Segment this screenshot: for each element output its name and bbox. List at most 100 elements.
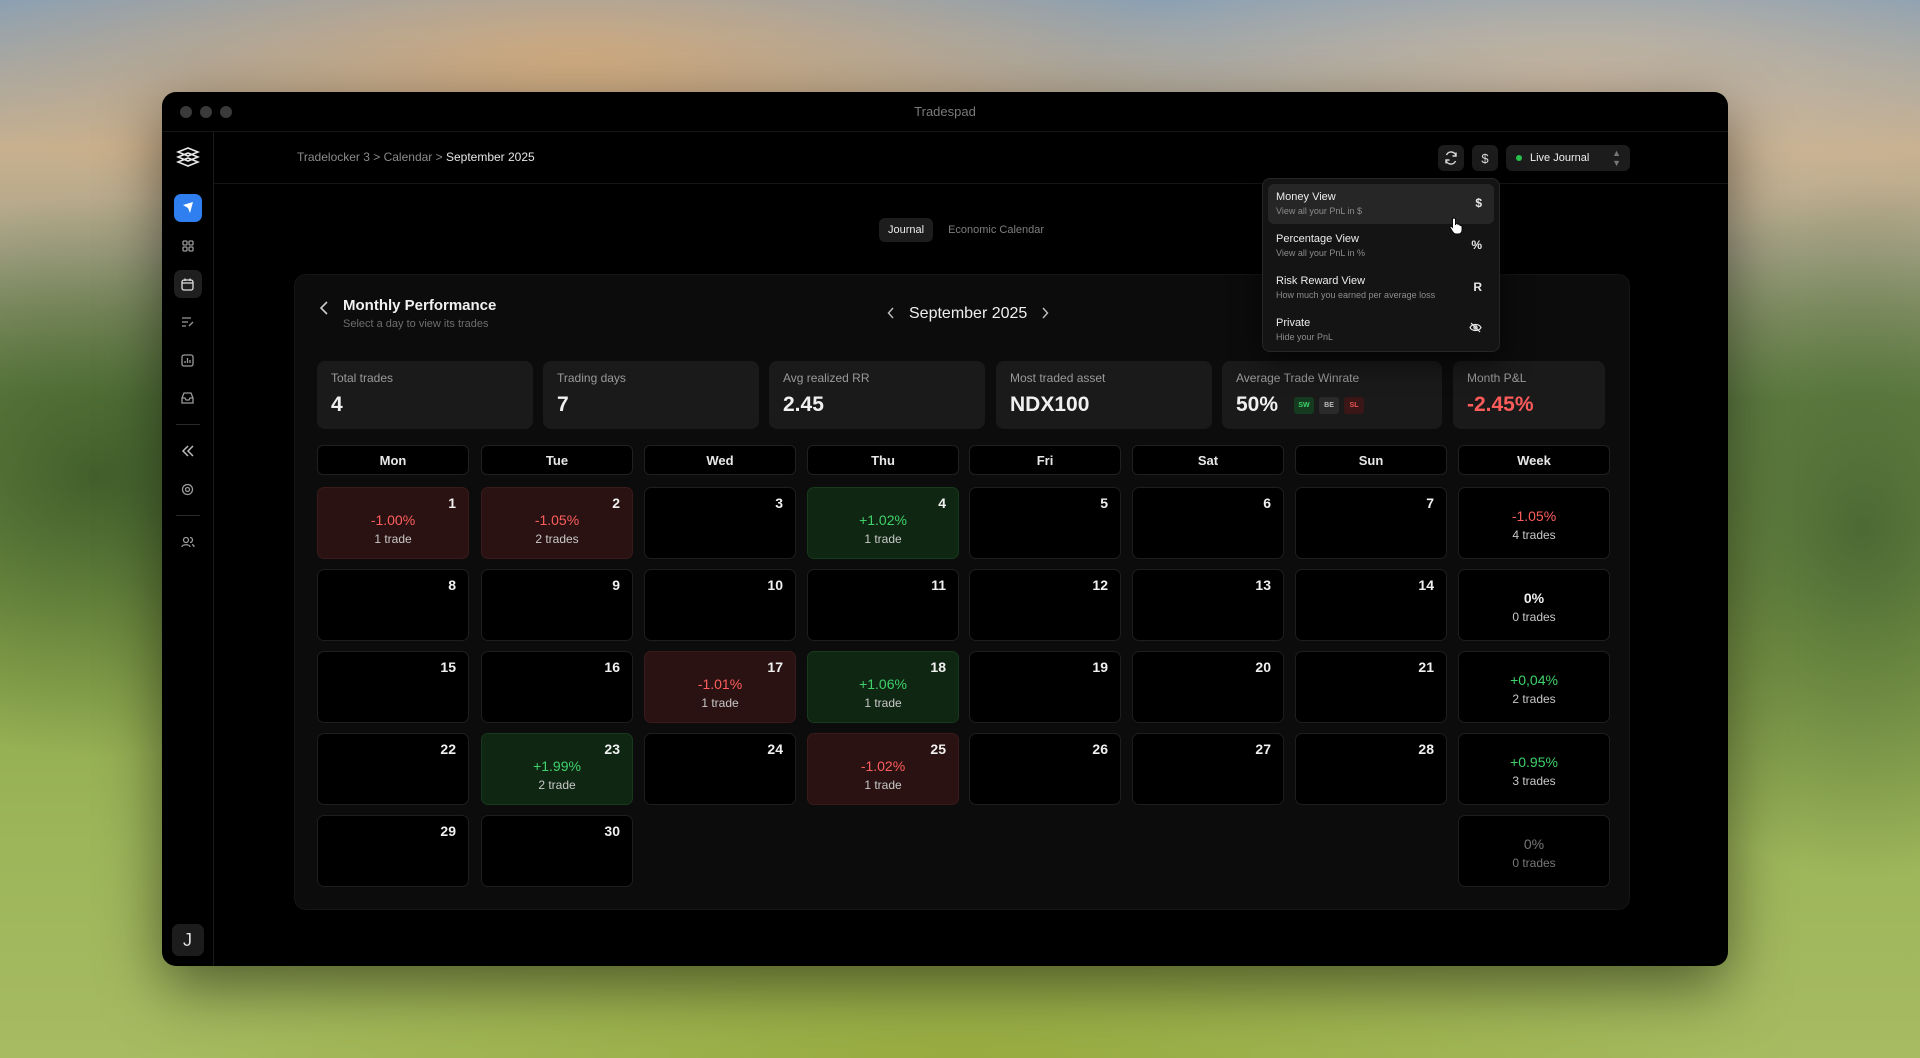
calendar-day-23[interactable]: 23 +1.99% 2 trade	[481, 733, 633, 805]
calendar-day-6[interactable]: 6	[1132, 487, 1284, 559]
avatar[interactable]: J	[171, 924, 204, 956]
calendar-day-9[interactable]: 9	[481, 569, 633, 641]
day-number: 4	[938, 495, 946, 511]
calendar-day-7[interactable]: 7	[1295, 487, 1447, 559]
calendar-day-25[interactable]: 25 -1.02% 1 trade	[807, 733, 959, 805]
zoom-window-button[interactable]	[220, 106, 232, 118]
chevron-updown-icon: ▲ ▼	[1612, 148, 1621, 168]
calendar-day-1[interactable]: 1 -1.00% 1 trade	[317, 487, 469, 559]
calendar-day-20[interactable]: 20	[1132, 651, 1284, 723]
target-icon[interactable]	[174, 475, 202, 503]
stat-value: 50% SW BE SL	[1236, 393, 1428, 417]
stat-label: Average Trade Winrate	[1236, 371, 1360, 385]
calendar-day-2[interactable]: 2 -1.05% 2 trades	[481, 487, 633, 559]
week-summary-4[interactable]: +0.95% 3 trades	[1458, 733, 1610, 805]
reports-icon[interactable]	[174, 346, 202, 374]
day-trade-count: 1 trade	[864, 778, 902, 792]
calendar-day-21[interactable]: 21	[1295, 651, 1447, 723]
menu-item-desc: How much you earned per average loss	[1276, 290, 1436, 300]
app-logo-icon[interactable]	[175, 146, 201, 172]
day-number: 23	[604, 741, 620, 757]
journal-select-label: Live Journal	[1530, 152, 1590, 164]
calendar-day-24[interactable]: 24	[644, 733, 796, 805]
breadcrumb: Tradelocker 3 > Calendar > September 202…	[297, 150, 535, 164]
calendar-day-14[interactable]: 14	[1295, 569, 1447, 641]
calendar-day-19[interactable]: 19	[969, 651, 1121, 723]
week-summary-3[interactable]: +0,04% 2 trades	[1458, 651, 1610, 723]
refresh-button[interactable]	[1438, 145, 1464, 171]
week-summary-2[interactable]: 0% 0 trades	[1458, 569, 1610, 641]
notes-icon[interactable]	[174, 308, 202, 336]
refresh-icon	[1445, 151, 1457, 165]
calendar-icon[interactable]	[173, 270, 202, 298]
monthly-performance-card: Monthly Performance Select a day to view…	[294, 274, 1630, 910]
calendar-day-27[interactable]: 27	[1132, 733, 1284, 805]
day-pnl: +1.06%	[859, 676, 907, 692]
day-pnl: +1.02%	[859, 512, 907, 528]
calendar-day-8[interactable]: 8	[317, 569, 469, 641]
calendar-day-28[interactable]: 28	[1295, 733, 1447, 805]
day-number: 11	[931, 577, 946, 593]
calendar-day-18[interactable]: 18 +1.06% 1 trade	[807, 651, 959, 723]
day-header-fri: Fri	[969, 445, 1121, 475]
week-trade-count: 0 trades	[1512, 856, 1556, 870]
menu-item-risk-reward-view[interactable]: Risk Reward View How much you earned per…	[1268, 268, 1494, 308]
stat-value: -2.45%	[1467, 393, 1534, 416]
calendar-day-29[interactable]: 29	[317, 815, 469, 887]
day-number: 7	[1426, 495, 1434, 511]
calendar-day-12[interactable]: 12	[969, 569, 1121, 641]
breadcrumb-path[interactable]: Tradelocker 3 > Calendar >	[297, 150, 446, 164]
week-pnl: 0%	[1523, 590, 1545, 606]
back-chevron-icon[interactable]	[319, 301, 329, 320]
top-bar: Tradelocker 3 > Calendar > September 202…	[214, 132, 1728, 184]
tradelocker-icon[interactable]	[173, 194, 202, 222]
day-pnl: -1.05%	[534, 512, 580, 528]
calendar-day-13[interactable]: 13	[1132, 569, 1284, 641]
inbox-icon[interactable]	[174, 384, 202, 412]
current-month-label: September 2025	[909, 305, 1028, 322]
grid-icon[interactable]	[174, 232, 202, 260]
close-window-button[interactable]	[180, 106, 192, 118]
day-number: 29	[440, 823, 456, 839]
tab-economic-calendar[interactable]: Economic Calendar	[939, 218, 1053, 242]
currency-view-button[interactable]: $	[1472, 145, 1498, 171]
day-header-tue: Tue	[481, 445, 633, 475]
window-title: Tradespad	[914, 104, 976, 119]
day-header-thu: Thu	[807, 445, 959, 475]
calendar-day-10[interactable]: 10	[644, 569, 796, 641]
calendar-day-16[interactable]: 16	[481, 651, 633, 723]
menu-item-desc: Hide your PnL	[1276, 332, 1334, 342]
tab-journal[interactable]: Journal	[879, 218, 934, 242]
week-summary-5[interactable]: 0% 0 trades	[1458, 815, 1610, 887]
journal-select[interactable]: Live Journal ▲ ▼	[1506, 145, 1630, 171]
menu-item-key: $	[1475, 196, 1482, 210]
day-number: 24	[767, 741, 783, 757]
calendar-day-3[interactable]: 3	[644, 487, 796, 559]
calendar-day-17[interactable]: 17 -1.01% 1 trade	[644, 651, 796, 723]
week-summary-1[interactable]: -1.05% 4 trades	[1458, 487, 1610, 559]
day-number: 20	[1255, 659, 1271, 675]
day-trade-count: 1 trade	[864, 696, 902, 710]
menu-item-private[interactable]: Private Hide your PnL	[1268, 310, 1494, 350]
calendar-day-4[interactable]: 4 +1.02% 1 trade	[807, 487, 959, 559]
stat-label: Most traded asset	[1010, 371, 1106, 385]
stat-most-traded-asset: Most traded asset NDX100	[996, 361, 1212, 429]
minimize-window-button[interactable]	[200, 106, 212, 118]
prev-month-chevron-icon[interactable]	[887, 306, 895, 322]
next-month-chevron-icon[interactable]	[1041, 306, 1049, 322]
card-subtitle: Select a day to view its trades	[343, 318, 489, 330]
day-number: 15	[440, 659, 456, 675]
calendar-day-26[interactable]: 26	[969, 733, 1121, 805]
title-bar: Tradespad	[162, 92, 1728, 132]
users-icon[interactable]	[174, 528, 202, 556]
calendar-day-30[interactable]: 30	[481, 815, 633, 887]
pointer-cursor-icon	[1449, 217, 1463, 235]
menu-item-title: Private	[1276, 317, 1311, 329]
calendar-day-22[interactable]: 22	[317, 733, 469, 805]
top-actions: $ Live Journal ▲ ▼	[1438, 145, 1630, 171]
calendar-day-15[interactable]: 15	[317, 651, 469, 723]
calendar-day-11[interactable]: 11	[807, 569, 959, 641]
stat-avg-rr: Avg realized RR 2.45	[769, 361, 985, 429]
calendar-day-5[interactable]: 5	[969, 487, 1121, 559]
collapse-icon[interactable]	[174, 437, 202, 465]
